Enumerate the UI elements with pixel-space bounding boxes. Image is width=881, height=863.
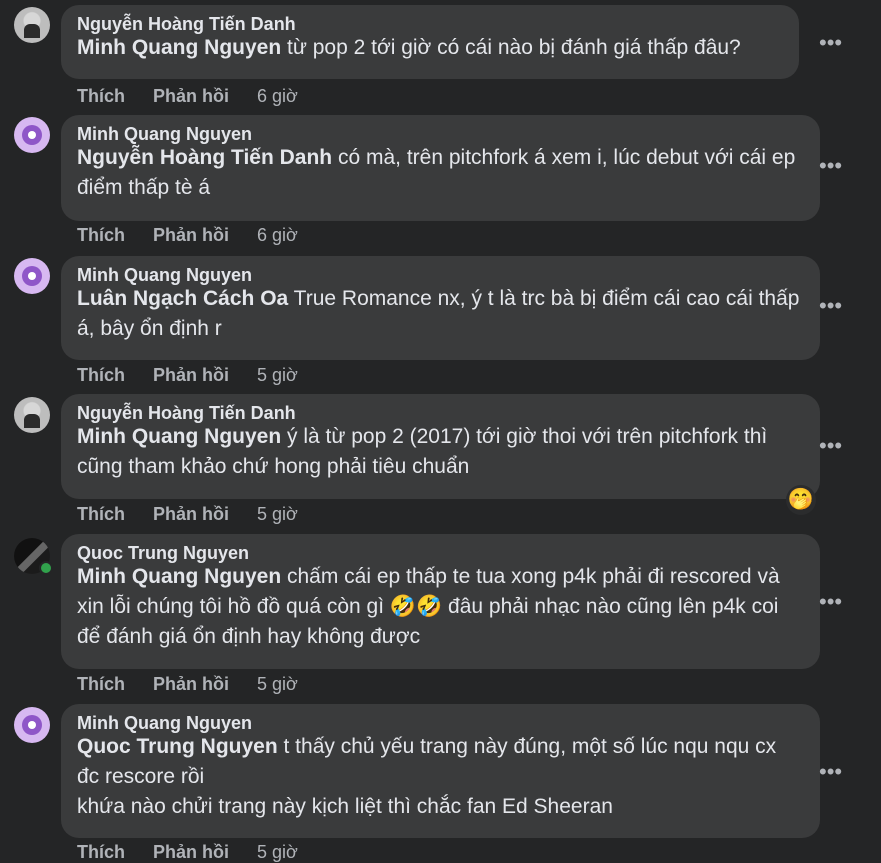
comment-text: Minh Quang Nguyen từ pop 2 tới giờ có cá…	[77, 33, 783, 63]
comment-actions: Thích Phản hồi 5 giờ	[77, 842, 321, 863]
comment-bubble: Nguyễn Hoàng Tiến Danh Minh Quang Nguyen…	[61, 394, 820, 499]
comment-actions: Thích Phản hồi 6 giờ	[77, 225, 321, 246]
mention[interactable]: Minh Quang Nguyen	[77, 425, 281, 448]
comment-author[interactable]: Quoc Trung Nguyen	[77, 542, 804, 564]
comment-actions: Thích Phản hồi 6 giờ	[77, 86, 321, 107]
comment-author[interactable]: Nguyễn Hoàng Tiến Danh	[77, 13, 783, 35]
avatar[interactable]	[14, 397, 50, 433]
like-button[interactable]: Thích	[77, 842, 125, 863]
reply-button[interactable]: Phản hồi	[153, 842, 229, 863]
comment-text: Luân Ngạch Cách Oa True Romance nx, ý t …	[77, 284, 804, 344]
mention[interactable]: Minh Quang Nguyen	[77, 565, 281, 588]
comment-bubble: Quoc Trung Nguyen Minh Quang Nguyen chấm…	[61, 534, 820, 669]
online-status-icon	[39, 561, 53, 575]
like-button[interactable]: Thích	[77, 365, 125, 386]
mention[interactable]: Quoc Trung Nguyen	[77, 735, 278, 758]
comment-bubble: Minh Quang Nguyen Quoc Trung Nguyen t th…	[61, 704, 820, 838]
comment-bubble: Minh Quang Nguyen Nguyễn Hoàng Tiến Danh…	[61, 115, 820, 221]
comment-time[interactable]: 5 giờ	[257, 674, 298, 695]
like-button[interactable]: Thích	[77, 86, 125, 107]
comment-author[interactable]: Nguyễn Hoàng Tiến Danh	[77, 402, 804, 424]
comment-actions: Thích Phản hồi 5 giờ	[77, 365, 321, 386]
mention[interactable]: Luân Ngạch Cách Oa	[77, 287, 288, 310]
more-options-icon[interactable]: •••	[819, 32, 842, 54]
comment-text: Nguyễn Hoàng Tiến Danh có mà, trên pitch…	[77, 143, 804, 203]
comment-author[interactable]: Minh Quang Nguyen	[77, 123, 804, 145]
comment-time[interactable]: 5 giờ	[257, 504, 298, 525]
reply-button[interactable]: Phản hồi	[153, 225, 229, 246]
reply-button[interactable]: Phản hồi	[153, 674, 229, 695]
comment-actions: Thích Phản hồi 5 giờ	[77, 674, 321, 695]
comment-time[interactable]: 5 giờ	[257, 365, 298, 386]
comment-text: Minh Quang Nguyen chấm cái ep thấp te tu…	[77, 562, 804, 652]
avatar[interactable]	[14, 258, 50, 294]
reply-button[interactable]: Phản hồi	[153, 365, 229, 386]
more-options-icon[interactable]: •••	[819, 155, 842, 177]
avatar[interactable]	[14, 7, 50, 43]
comment-bubble: Minh Quang Nguyen Luân Ngạch Cách Oa Tru…	[61, 256, 820, 360]
like-button[interactable]: Thích	[77, 225, 125, 246]
more-options-icon[interactable]: •••	[819, 761, 842, 783]
like-button[interactable]: Thích	[77, 504, 125, 525]
comment-text: Minh Quang Nguyen ý là từ pop 2 (2017) t…	[77, 422, 804, 482]
avatar[interactable]	[14, 707, 50, 743]
more-options-icon[interactable]: •••	[819, 435, 842, 457]
reply-button[interactable]: Phản hồi	[153, 86, 229, 107]
mention[interactable]: Minh Quang Nguyen	[77, 36, 281, 59]
more-options-icon[interactable]: •••	[819, 591, 842, 613]
comment-time[interactable]: 5 giờ	[257, 842, 298, 863]
mention[interactable]: Nguyễn Hoàng Tiến Danh	[77, 146, 332, 169]
comment-author[interactable]: Minh Quang Nguyen	[77, 712, 804, 734]
comment-text: Quoc Trung Nguyen t thấy chủ yếu trang n…	[77, 732, 804, 792]
like-button[interactable]: Thích	[77, 674, 125, 695]
comment-body: từ pop 2 tới giờ có cái nào bị đánh giá …	[281, 36, 741, 59]
comment-time[interactable]: 6 giờ	[257, 86, 298, 107]
comment-actions: Thích Phản hồi 5 giờ	[77, 504, 321, 525]
more-options-icon[interactable]: •••	[819, 295, 842, 317]
comment-author[interactable]: Minh Quang Nguyen	[77, 264, 804, 286]
comment-bubble: Nguyễn Hoàng Tiến Danh Minh Quang Nguyen…	[61, 5, 799, 79]
reaction-icon[interactable]: 🤭	[786, 485, 816, 515]
avatar[interactable]	[14, 117, 50, 153]
comment-time[interactable]: 6 giờ	[257, 225, 298, 246]
reply-button[interactable]: Phản hồi	[153, 504, 229, 525]
comment-text-line: khứa nào chửi trang này kịch liệt thì ch…	[77, 795, 613, 818]
